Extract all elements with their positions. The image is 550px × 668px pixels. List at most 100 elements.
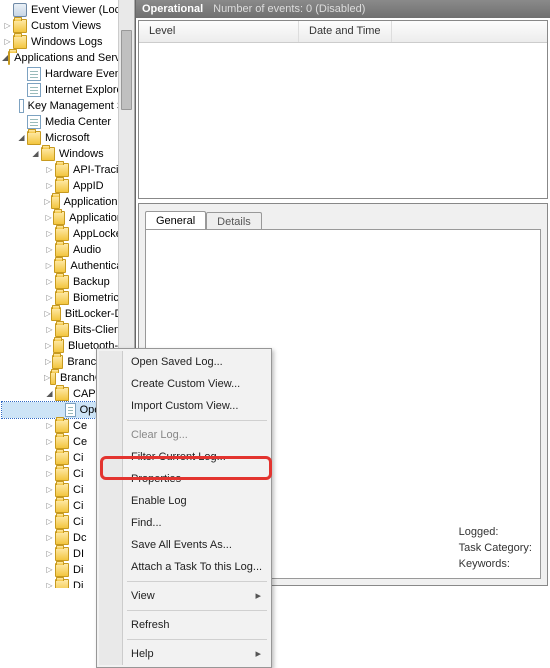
chevron-down-icon[interactable] — [30, 146, 41, 162]
tree-item-media-center[interactable]: Media Center — [2, 114, 134, 130]
context-menu: Open Saved Log... Create Custom View... … — [96, 348, 272, 668]
tree-item-application-e[interactable]: Application-E — [2, 210, 134, 226]
folder-icon — [55, 163, 69, 177]
chevron-icon[interactable] — [44, 338, 53, 354]
tree-item-internet-explorer[interactable]: Internet Explorer — [2, 82, 134, 98]
chevron-icon[interactable] — [44, 530, 55, 546]
menu-separator — [127, 581, 267, 582]
folder-icon — [55, 467, 69, 481]
chevron-icon[interactable] — [44, 274, 55, 290]
column-headers[interactable]: Level Date and Time — [139, 21, 547, 43]
prop-logged: Logged: — [459, 526, 532, 538]
chevron-icon[interactable] — [2, 34, 13, 50]
folder-icon — [55, 243, 69, 257]
folder-icon — [27, 67, 41, 81]
chevron-icon[interactable] — [44, 354, 52, 370]
folder-icon — [55, 419, 69, 433]
menu-separator — [127, 610, 267, 611]
chevron-icon[interactable] — [44, 226, 55, 242]
tree-root[interactable]: Event Viewer (Local) — [2, 2, 134, 18]
folder-icon — [55, 435, 69, 449]
chevron-icon[interactable] — [44, 434, 55, 450]
chevron-icon[interactable] — [44, 162, 55, 178]
chevron-icon[interactable] — [44, 418, 55, 434]
menu-filter-current-log[interactable]: Filter Current Log... — [99, 446, 269, 468]
chevron-icon[interactable] — [44, 514, 55, 530]
chevron-icon[interactable] — [44, 210, 53, 226]
folder-icon — [55, 499, 69, 513]
tree-item-windows-logs[interactable]: Windows Logs — [2, 34, 134, 50]
menu-find[interactable]: Find... — [99, 512, 269, 534]
folder-icon — [55, 451, 69, 465]
tree-item-hardware-events[interactable]: Hardware Events — [2, 66, 134, 82]
tree-item-microsoft[interactable]: Microsoft — [2, 130, 134, 146]
chevron-icon[interactable] — [44, 194, 51, 210]
chevron-icon[interactable] — [44, 546, 55, 562]
tree-item-applications-services[interactable]: Applications and Services — [2, 50, 134, 66]
chevron-icon[interactable] — [44, 258, 54, 274]
folder-icon — [41, 147, 55, 161]
menu-refresh[interactable]: Refresh — [99, 614, 269, 636]
tree-item-biometrics[interactable]: Biometrics — [2, 290, 134, 306]
menu-open-saved-log[interactable]: Open Saved Log... — [99, 351, 269, 373]
folder-icon — [27, 115, 41, 129]
chevron-icon[interactable] — [44, 562, 55, 578]
menu-properties[interactable]: Properties — [99, 468, 269, 490]
column-datetime[interactable]: Date and Time — [299, 21, 392, 42]
menu-separator — [127, 639, 267, 640]
chevron-icon[interactable] — [44, 578, 55, 588]
column-level[interactable]: Level — [139, 21, 299, 42]
menu-import-custom-view[interactable]: Import Custom View... — [99, 395, 269, 417]
detail-subtitle: Number of events: 0 (Disabled) — [213, 3, 365, 15]
folder-icon — [13, 19, 27, 33]
folder-icon — [55, 323, 69, 337]
tree-item-audio[interactable]: Audio — [2, 242, 134, 258]
detail-tabs: General Details — [139, 204, 547, 229]
chevron-icon[interactable] — [44, 322, 55, 338]
chevron-icon[interactable] — [44, 178, 55, 194]
tree-item-custom-views[interactable]: Custom Views — [2, 18, 134, 34]
folder-icon — [55, 291, 69, 305]
tree-item-application-se[interactable]: Application Se — [2, 194, 134, 210]
menu-enable-log[interactable]: Enable Log — [99, 490, 269, 512]
menu-attach-task[interactable]: Attach a Task To this Log... — [99, 556, 269, 578]
tree-item-appid[interactable]: AppID — [2, 178, 134, 194]
prop-task-category: Task Category: — [459, 542, 532, 554]
tree-item-bits-client[interactable]: Bits-Client — [2, 322, 134, 338]
menu-save-all-events-as[interactable]: Save All Events As... — [99, 534, 269, 556]
event-list-panel: Level Date and Time — [138, 20, 548, 199]
chevron-icon[interactable] — [44, 450, 55, 466]
tree-item-backup[interactable]: Backup — [2, 274, 134, 290]
tab-general[interactable]: General — [145, 211, 206, 230]
chevron-icon[interactable] — [44, 242, 55, 258]
folder-icon — [8, 51, 10, 65]
tree-item-windows[interactable]: Windows — [2, 146, 134, 162]
chevron-icon[interactable] — [2, 18, 13, 34]
detail-titlebar: Operational Number of events: 0 (Disable… — [136, 0, 550, 18]
event-list[interactable] — [139, 43, 547, 198]
chevron-icon[interactable] — [16, 130, 27, 146]
folder-icon — [53, 211, 65, 225]
chevron-icon[interactable] — [44, 386, 55, 402]
chevron-icon[interactable] — [44, 482, 55, 498]
chevron-icon[interactable] — [44, 498, 55, 514]
chevron-icon[interactable] — [44, 306, 51, 322]
folder-icon — [51, 195, 60, 209]
menu-create-custom-view[interactable]: Create Custom View... — [99, 373, 269, 395]
tree-item-api-tracing[interactable]: API-Tracing — [2, 162, 134, 178]
menu-help[interactable]: Help — [99, 643, 269, 665]
menu-separator — [127, 420, 267, 421]
menu-view[interactable]: View — [99, 585, 269, 607]
tree-item-applocker[interactable]: AppLocker — [2, 226, 134, 242]
folder-icon — [55, 483, 69, 497]
scroll-thumb[interactable] — [121, 30, 132, 110]
log-icon — [65, 403, 75, 417]
chevron-icon[interactable] — [44, 290, 55, 306]
prop-keywords: Keywords: — [459, 558, 532, 570]
tree-item-key-management-ser[interactable]: Key Management Ser — [2, 98, 134, 114]
tree-item-authenticatio[interactable]: Authenticatio — [2, 258, 134, 274]
menu-clear-log[interactable]: Clear Log... — [99, 424, 269, 446]
tree-item-bitlocker-driv[interactable]: BitLocker-Driv — [2, 306, 134, 322]
chevron-icon[interactable] — [44, 466, 55, 482]
folder-icon — [55, 563, 69, 577]
